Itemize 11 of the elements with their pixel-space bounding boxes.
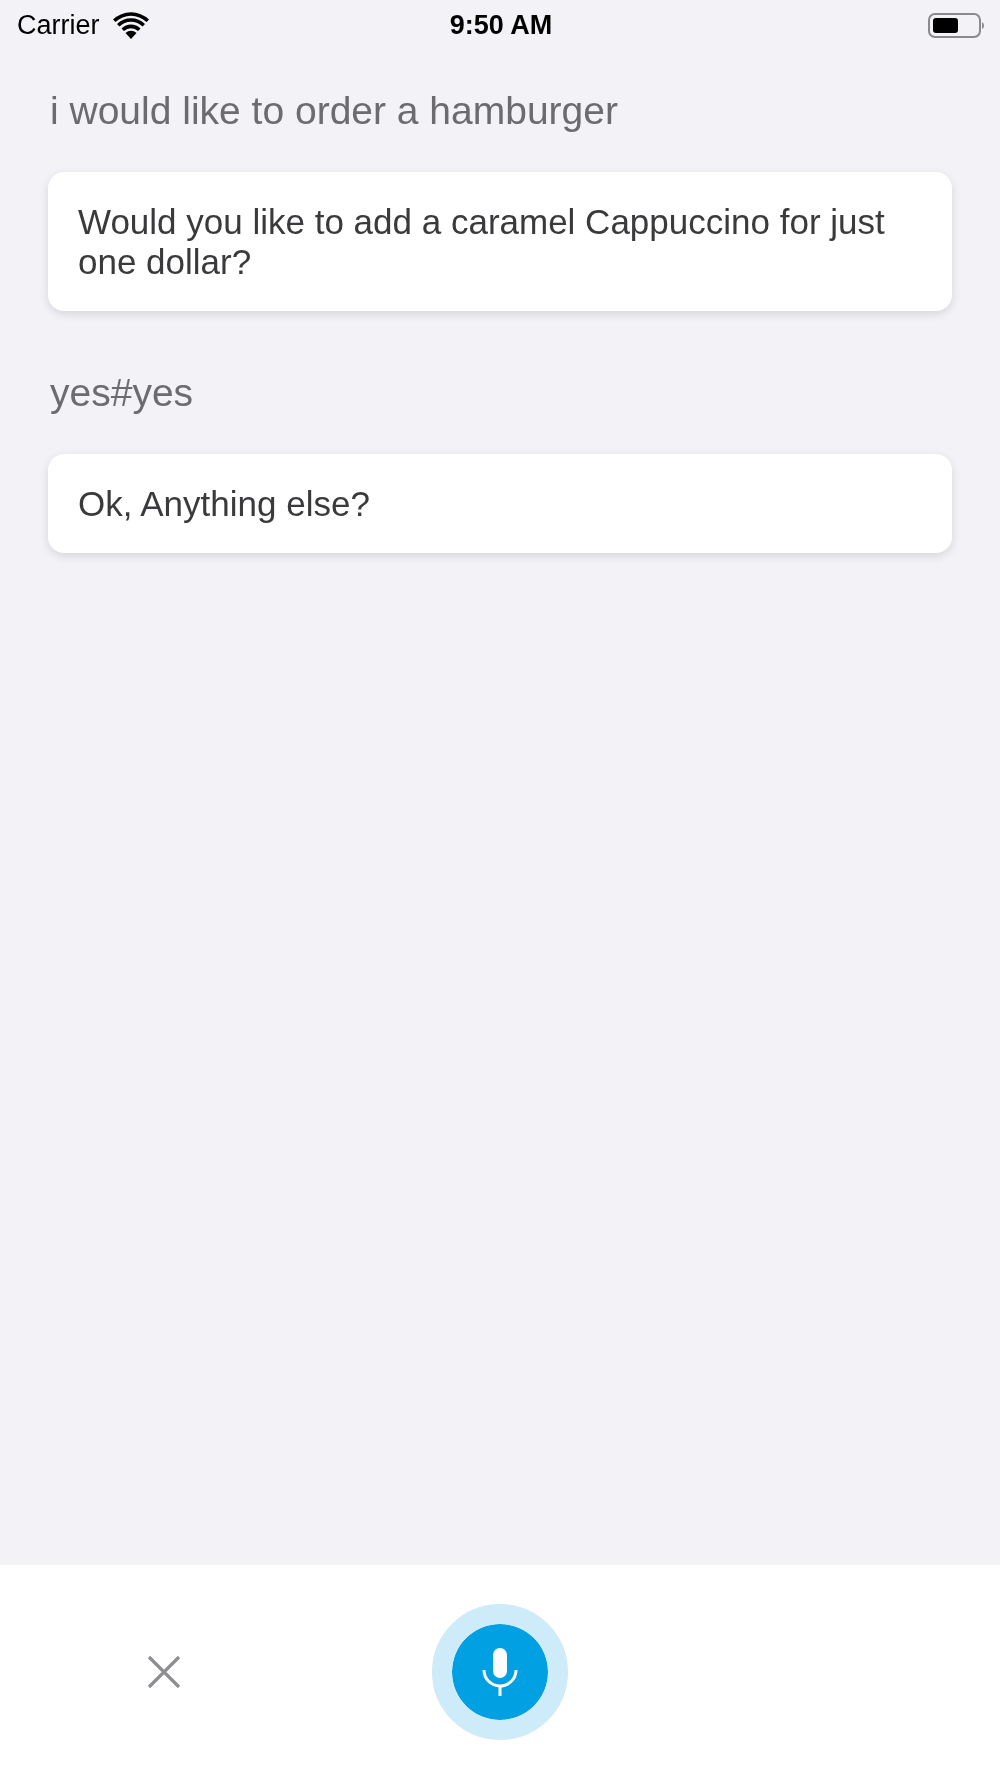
close-button[interactable]	[146, 1654, 181, 1689]
reply-bubble: Ok, Anything else?	[48, 454, 952, 553]
wifi-icon	[112, 11, 149, 39]
user-message: i would like to order a hamburger	[50, 88, 618, 134]
carrier-name: Carrier	[17, 9, 100, 41]
reply-bubble: Would you like to add a caramel Cappuccino for just one dollar?	[48, 172, 952, 311]
battery-icon	[928, 12, 985, 38]
user-message: yes#yes	[50, 370, 194, 416]
close-icon	[146, 1654, 181, 1689]
status-time: 9:50 AM	[449, 9, 553, 41]
microphone-icon	[482, 1647, 518, 1696]
